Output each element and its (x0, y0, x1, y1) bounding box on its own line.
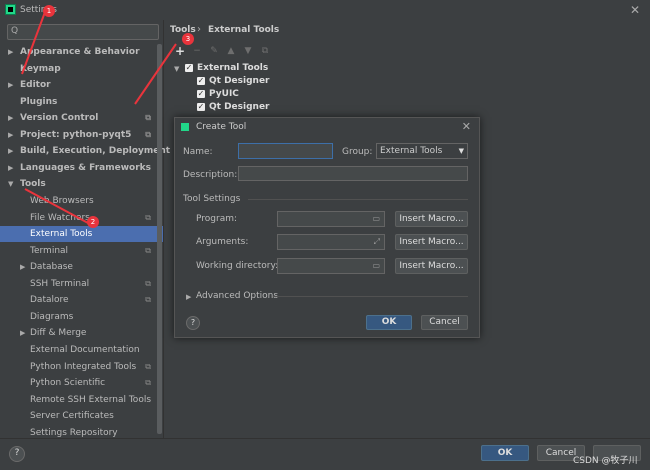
annotation-badge-3: 3 (182, 33, 194, 45)
annotation-arrows (21, 11, 177, 224)
annotation-badge-2: 2 (87, 216, 99, 228)
annotation-arrow-3 (134, 43, 177, 105)
annotation-badge-1: 1 (43, 5, 55, 17)
annotation-arrow-1 (21, 11, 46, 75)
annotation-arrow-2 (24, 188, 89, 224)
